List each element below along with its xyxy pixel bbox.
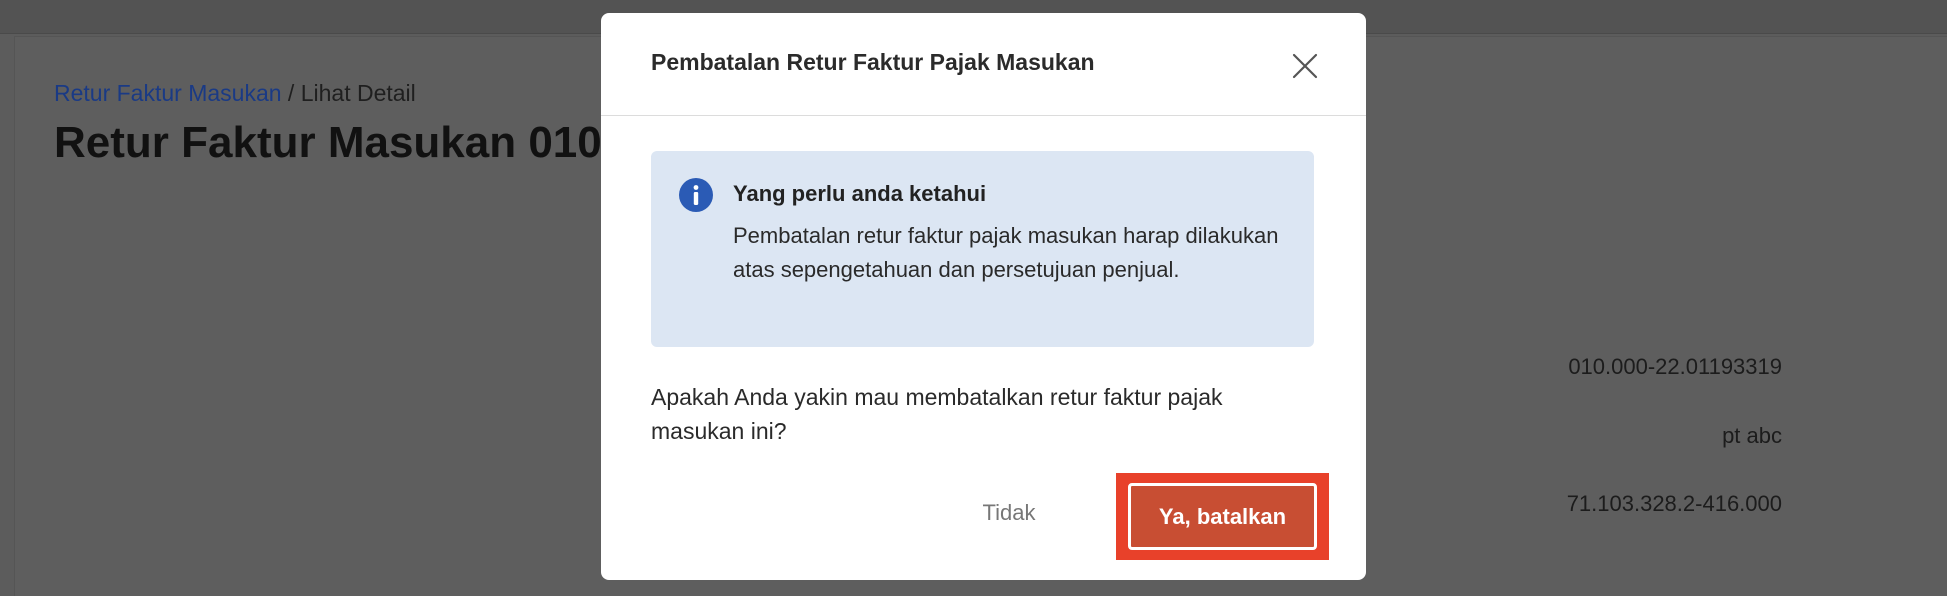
close-icon[interactable]	[1288, 49, 1322, 83]
invoice-number-value: 010.000-22.01193319	[1568, 354, 1782, 379]
info-heading: Yang perlu anda ketahui	[733, 181, 987, 206]
modal-header: Pembatalan Retur Faktur Pajak Masukan	[601, 13, 1366, 116]
seller-name-value: pt abc	[1722, 423, 1782, 448]
breadcrumb: Retur Faktur Masukan / Lihat Detail	[54, 80, 416, 107]
cancel-return-modal: Pembatalan Retur Faktur Pajak Masukan Ya…	[601, 13, 1366, 580]
info-body: Pembatalan retur faktur pajak masukan ha…	[733, 223, 1279, 282]
breadcrumb-separator: /	[281, 80, 301, 106]
confirm-cancel-button[interactable]: Ya, batalkan	[1128, 483, 1317, 550]
npwp-value: 71.103.328.2-416.000	[1566, 491, 1782, 516]
cancel-button[interactable]: Tidak	[959, 490, 1059, 536]
info-notice: Yang perlu anda ketahui Pembatalan retur…	[651, 151, 1314, 347]
page-title: Retur Faktur Masukan 010.0	[54, 118, 639, 167]
breadcrumb-current: Lihat Detail	[300, 80, 416, 106]
info-icon	[679, 178, 713, 212]
breadcrumb-link[interactable]: Retur Faktur Masukan	[54, 80, 282, 106]
confirmation-question: Apakah Anda yakin mau membatalkan retur …	[651, 384, 1223, 444]
modal-title: Pembatalan Retur Faktur Pajak Masukan	[651, 49, 1095, 75]
